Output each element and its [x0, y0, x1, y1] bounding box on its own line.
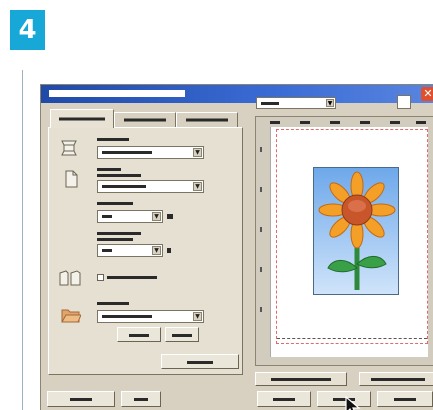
- chevron-down-icon[interactable]: ▼: [326, 99, 334, 107]
- ruler-mark: [416, 121, 426, 124]
- dropdown-value-placeholder: [261, 102, 279, 105]
- copies-spin-box[interactable]: ▼: [97, 210, 163, 223]
- ruler-mark: [300, 121, 310, 124]
- tab-label-placeholder: [59, 117, 105, 121]
- paper-sheet: [270, 127, 428, 357]
- spin-value-placeholder: [102, 215, 112, 218]
- output-tray-label-placeholder: [97, 302, 129, 305]
- paper-size-dropdown[interactable]: ▼: [97, 146, 204, 159]
- ok-button[interactable]: [257, 391, 311, 407]
- collation-label-placeholder: [97, 232, 141, 235]
- dialog-title-placeholder: [49, 90, 185, 97]
- ruler-mark: [260, 187, 262, 192]
- ruler-mark: [260, 307, 262, 312]
- close-icon[interactable]: ✕: [421, 87, 433, 101]
- print-preview-area: [255, 116, 433, 366]
- sunflower-illustration: [318, 171, 396, 290]
- paper-size-icon: [61, 140, 77, 156]
- tab-paper-output[interactable]: [50, 109, 114, 128]
- two-sided-checkbox[interactable]: [97, 274, 104, 281]
- paper-type-dropdown[interactable]: ▼: [97, 180, 204, 193]
- page-orientation-icon: [65, 170, 78, 188]
- chevron-down-icon[interactable]: ▼: [152, 212, 161, 221]
- chevron-down-icon[interactable]: ▼: [152, 246, 161, 255]
- ruler-mark: [270, 121, 280, 124]
- tab-image-options[interactable]: [114, 112, 176, 127]
- button-label-placeholder: [273, 398, 295, 401]
- button-label-placeholder: [394, 398, 416, 401]
- collation-unit-placeholder: [167, 248, 171, 253]
- dropdown-value-placeholder: [102, 151, 152, 154]
- ruler-mark: [260, 267, 262, 272]
- dropdown-value-placeholder: [102, 315, 152, 318]
- tab-label-placeholder: [271, 378, 331, 381]
- mouse-cursor-icon: [345, 396, 361, 410]
- button-label-placeholder: [134, 398, 148, 401]
- apply-button[interactable]: [377, 391, 433, 407]
- two-sided-icon: [59, 270, 81, 286]
- output-tray-dropdown[interactable]: ▼: [97, 310, 204, 323]
- copies-label-placeholder: [97, 202, 133, 205]
- paper-type-label-placeholder: [97, 168, 121, 171]
- paper-type-sublabel-placeholder: [97, 174, 141, 177]
- tab-label-placeholder: [186, 118, 228, 122]
- copies-unit-placeholder: [167, 214, 173, 219]
- print-properties-dialog: ✕ ▼ ▼ ▼ ▼ ▼ ▼: [40, 84, 433, 410]
- ruler-mark: [390, 121, 400, 124]
- tab-label-placeholder: [371, 378, 425, 381]
- chevron-down-icon[interactable]: ▼: [193, 182, 202, 191]
- preview-mode-dropdown[interactable]: ▼: [256, 97, 336, 109]
- callout-line: [22, 70, 23, 410]
- chevron-down-icon[interactable]: ▼: [193, 148, 202, 157]
- dialog-title-bar[interactable]: ✕: [41, 85, 433, 103]
- button-label-placeholder: [172, 334, 192, 337]
- tray-settings-button[interactable]: [117, 327, 161, 342]
- tray-info-button[interactable]: [165, 327, 199, 342]
- chevron-down-icon[interactable]: ▼: [193, 312, 202, 321]
- tab-preview-sheet[interactable]: [359, 372, 433, 386]
- collation-spin-box[interactable]: ▼: [97, 244, 163, 257]
- preview-view-tabs: [255, 372, 433, 387]
- settings-panel: ▼ ▼ ▼ ▼ ▼: [48, 127, 243, 375]
- spin-value-placeholder: [102, 249, 112, 252]
- preview-toggle-checkbox[interactable]: [397, 95, 411, 109]
- ruler-mark: [330, 121, 340, 124]
- button-label-placeholder: [70, 398, 92, 401]
- folder-icon: [61, 309, 81, 323]
- help-button[interactable]: [47, 391, 115, 407]
- step-number-badge: 4: [10, 10, 45, 50]
- paper-size-label-placeholder: [97, 138, 129, 141]
- tab-layout[interactable]: [176, 112, 238, 127]
- ruler-mark: [260, 147, 262, 152]
- about-button[interactable]: [121, 391, 161, 407]
- printable-area-line: [277, 338, 427, 339]
- tab-label-placeholder: [124, 118, 166, 122]
- button-label-placeholder: [187, 361, 213, 364]
- dropdown-value-placeholder: [102, 185, 146, 188]
- button-label-placeholder: [129, 334, 149, 337]
- two-sided-label-placeholder: [107, 276, 157, 279]
- collation-sublabel-placeholder: [97, 238, 133, 241]
- default-button[interactable]: [161, 354, 239, 369]
- sunflower-photo: [313, 167, 399, 295]
- ruler-mark: [260, 227, 262, 232]
- tab-preview-page[interactable]: [255, 372, 347, 386]
- instruction-figure: 4 ✕ ▼ ▼ ▼ ▼ ▼ ▼: [0, 0, 433, 410]
- ruler-mark: [360, 121, 370, 124]
